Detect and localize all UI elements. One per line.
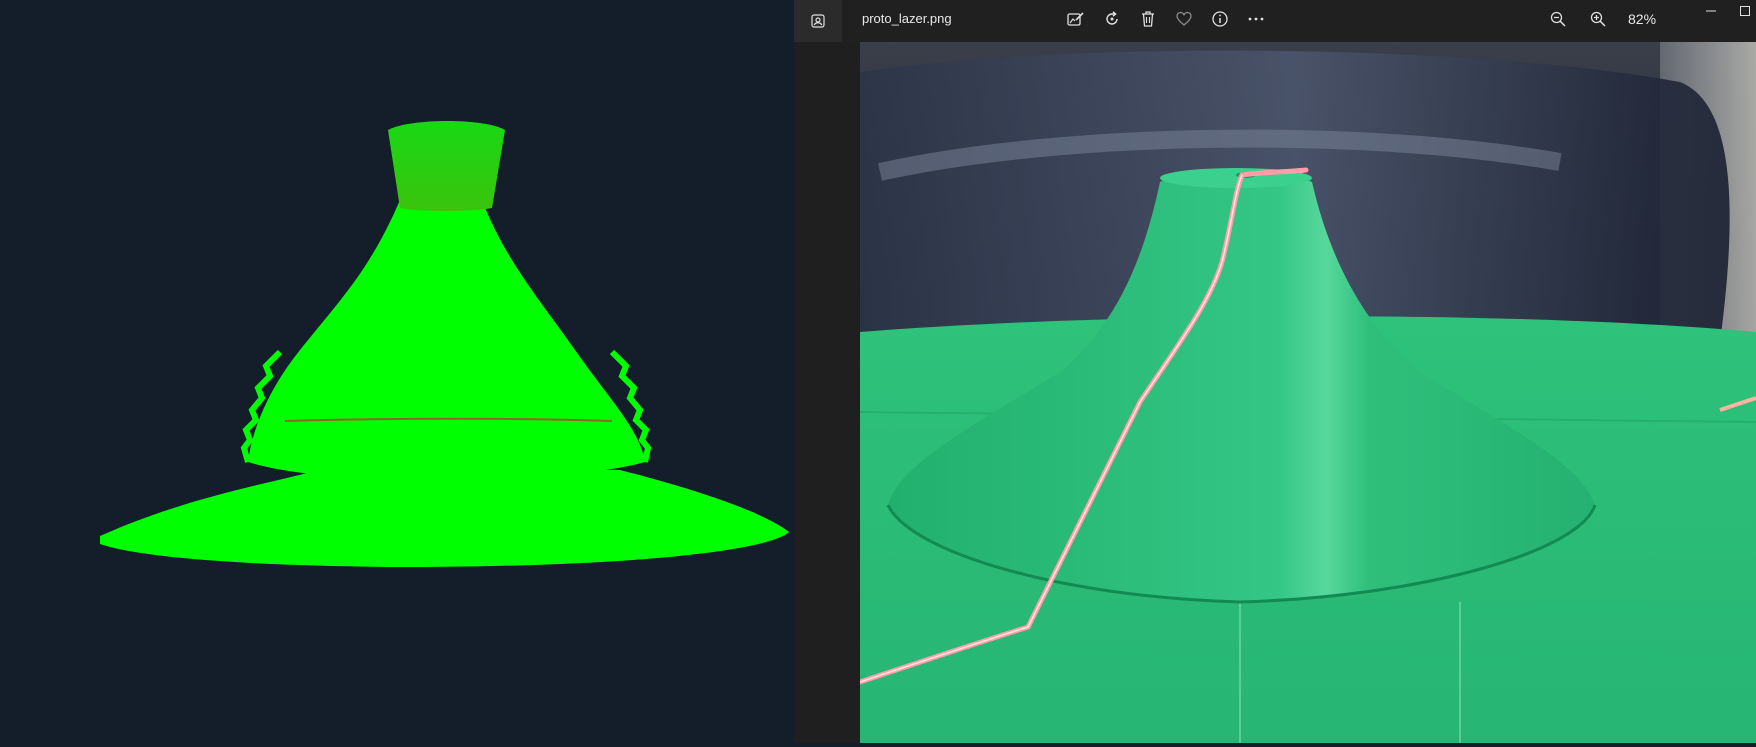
info-icon [1212, 11, 1228, 27]
photo-image [860, 42, 1756, 743]
photos-window: proto_lazer.png 82% [794, 0, 1756, 743]
delete-button[interactable] [1132, 0, 1164, 38]
model-top-cap [388, 121, 505, 211]
gallery-button[interactable] [794, 0, 842, 42]
zoom-in-button[interactable] [1582, 0, 1614, 38]
image-gallery-icon [811, 14, 825, 28]
zoom-out-icon [1550, 11, 1566, 27]
photo-canvas[interactable] [860, 42, 1756, 743]
favorite-button[interactable] [1168, 0, 1200, 38]
model-render [100, 121, 789, 567]
info-button[interactable] [1204, 0, 1236, 38]
filmstrip-margin [794, 42, 860, 743]
maximize-button[interactable] [1730, 0, 1756, 22]
favorite-icon [1176, 11, 1192, 26]
delete-icon [1142, 11, 1154, 27]
title-bar: proto_lazer.png 82% [794, 0, 1756, 42]
file-name: proto_lazer.png [862, 11, 952, 26]
edit-image-icon [1067, 12, 1084, 26]
rotate-button[interactable] [1096, 0, 1128, 38]
zoom-level[interactable]: 82% [1628, 0, 1656, 38]
minimize-button[interactable] [1696, 0, 1726, 22]
model-viewer[interactable] [0, 0, 794, 743]
edit-button[interactable] [1060, 0, 1092, 38]
rotate-icon [1106, 11, 1118, 25]
model-brim [100, 470, 789, 567]
more-icon [1248, 17, 1264, 21]
more-options-button[interactable] [1240, 0, 1272, 38]
minimize-icon [1706, 10, 1716, 12]
zoom-in-icon [1590, 11, 1606, 27]
zoom-out-button[interactable] [1542, 0, 1574, 38]
maximize-icon [1740, 6, 1750, 16]
model-body [248, 200, 645, 480]
